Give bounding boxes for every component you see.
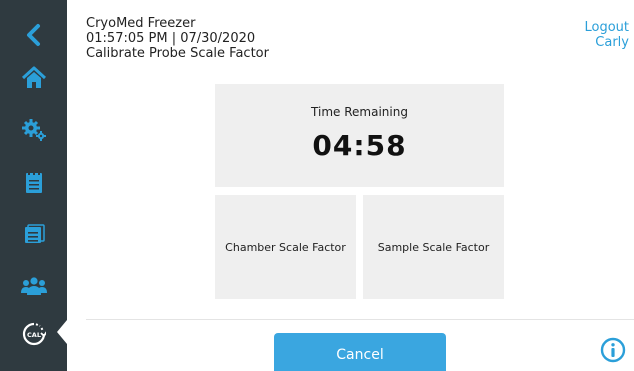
calendar-list-icon	[24, 224, 45, 243]
calibrate-icon-text: CAL	[27, 331, 41, 339]
home-icon	[21, 66, 46, 88]
info-icon	[600, 337, 626, 363]
logout-link[interactable]: Logout	[584, 20, 629, 35]
sidebar-item-home[interactable]	[0, 58, 67, 98]
back-button[interactable]	[0, 15, 67, 55]
time-remaining-tile: Time Remaining 04:58	[215, 84, 504, 187]
device-name: CryoMed Freezer	[86, 16, 196, 31]
cancel-button[interactable]: Cancel	[274, 333, 446, 371]
sidebar-item-notes[interactable]	[0, 162, 67, 202]
active-item-indicator	[57, 320, 67, 344]
info-button[interactable]	[600, 337, 626, 363]
datetime: 01:57:05 PM | 07/30/2020	[86, 31, 256, 46]
notepad-icon	[25, 171, 42, 193]
time-remaining-value: 04:58	[312, 129, 407, 162]
back-arrow-icon	[26, 24, 40, 46]
chamber-scale-factor-label: Chamber Scale Factor	[225, 240, 346, 254]
sample-scale-factor-label: Sample Scale Factor	[377, 240, 490, 254]
time-remaining-label: Time Remaining	[311, 105, 408, 119]
sidebar-item-schedule[interactable]	[0, 214, 67, 254]
sample-scale-factor-button[interactable]: Sample Scale Factor	[363, 195, 504, 299]
sidebar-nav: CAL	[0, 0, 67, 371]
user-box: Logout Carly	[584, 20, 629, 50]
calibrate-icon: CAL	[22, 322, 46, 346]
sidebar-item-users[interactable]	[0, 266, 67, 306]
users-icon	[20, 277, 47, 295]
footer-divider	[86, 319, 634, 320]
sidebar-item-settings[interactable]	[0, 110, 67, 150]
gears-icon	[21, 119, 46, 141]
username: Carly	[595, 35, 629, 50]
header: CryoMed Freezer 01:57:05 PM | 07/30/2020…	[86, 16, 269, 61]
chamber-scale-factor-button[interactable]: Chamber Scale Factor	[215, 195, 356, 299]
page-title: Calibrate Probe Scale Factor	[86, 46, 269, 61]
